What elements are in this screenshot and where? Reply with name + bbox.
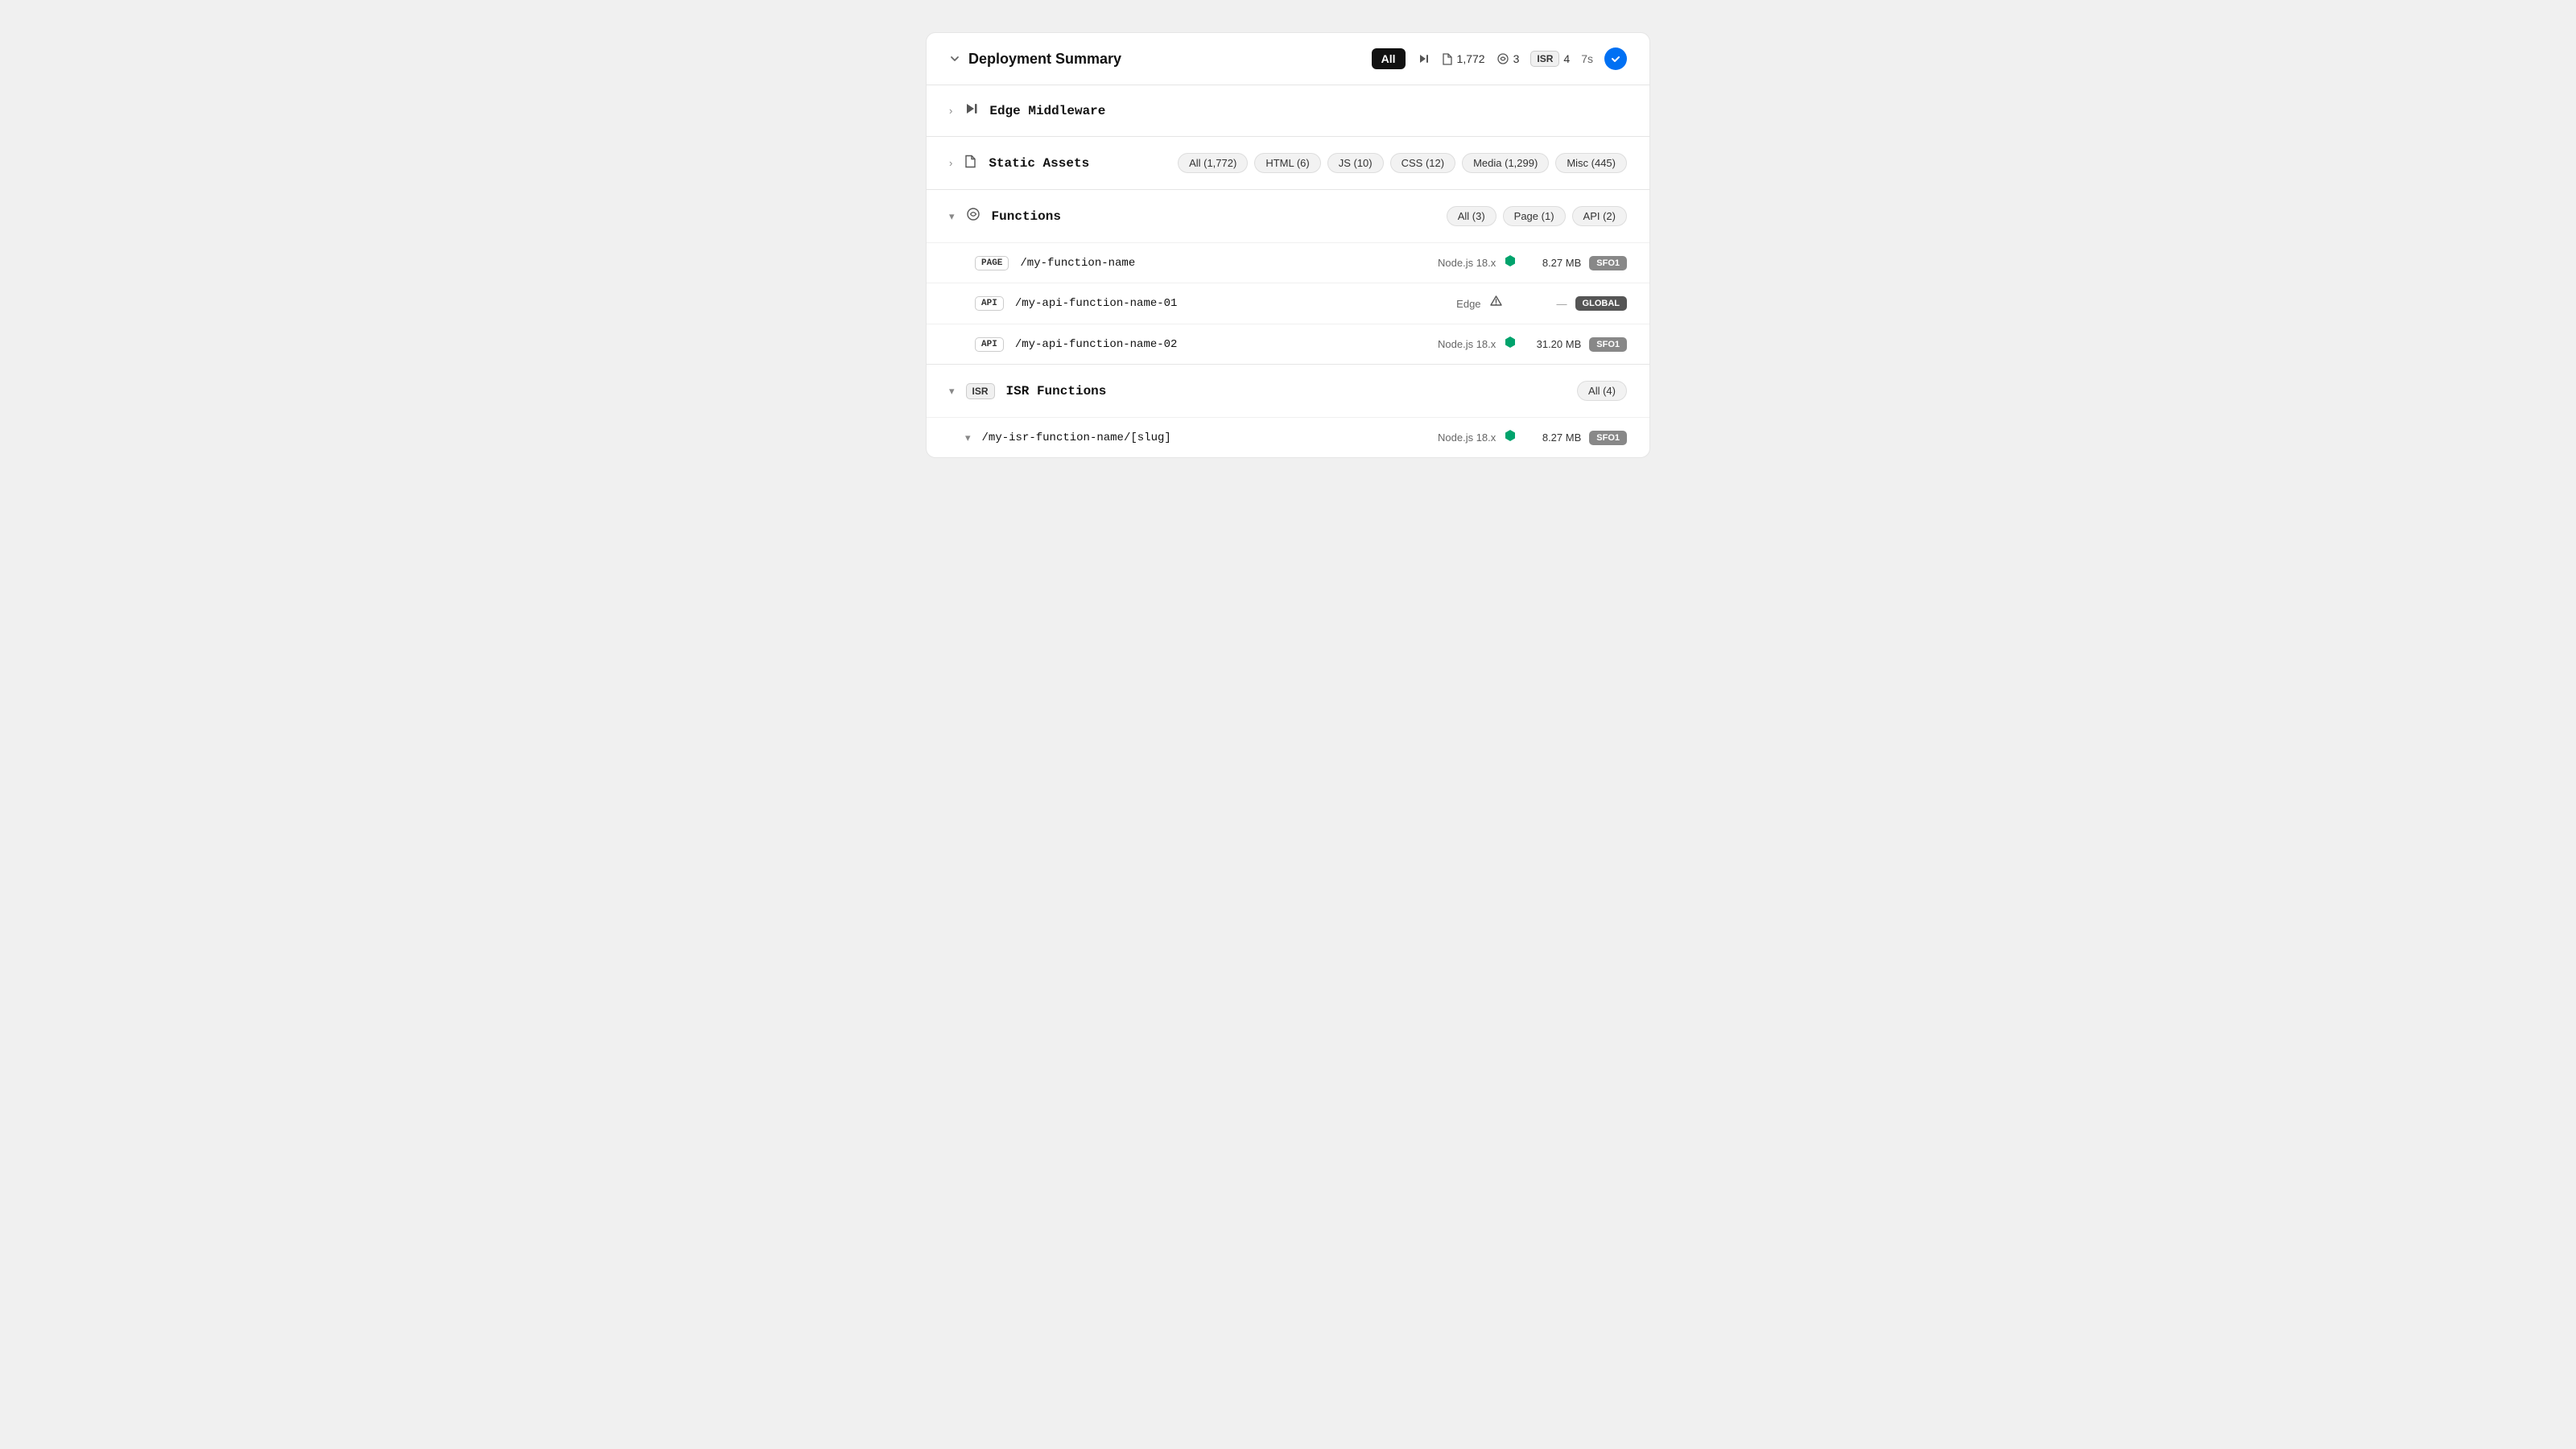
fn-region-1: SFO1 xyxy=(1589,256,1627,270)
filter-media-1299[interactable]: Media (1,299) xyxy=(1462,153,1549,173)
functions-section: ▾ Functions All (3) Page (1) API (2) PAG… xyxy=(927,190,1649,365)
edge-middleware-title: Edge Middleware xyxy=(989,104,1105,118)
isr-size-1: 8.27 MB xyxy=(1525,431,1581,444)
isr-filters: All (4) xyxy=(1577,381,1627,401)
fn-stats-2: Edge — GLOBAL xyxy=(1456,295,1627,312)
edge-middleware-row: › Edge Middleware xyxy=(927,85,1649,136)
isr-badge: ISR xyxy=(1530,51,1559,67)
fn-name-2: /my-api-function-name-01 xyxy=(1015,297,1445,310)
static-assets-row: › Static Assets All (1,772) HTML (6) JS … xyxy=(927,137,1649,189)
filter-isr-all[interactable]: All (4) xyxy=(1577,381,1627,401)
fn-hex-1 xyxy=(1504,254,1517,271)
functions-count: 3 xyxy=(1513,52,1520,65)
file-icon xyxy=(1441,53,1453,65)
filter-misc-445[interactable]: Misc (445) xyxy=(1555,153,1627,173)
edge-middleware-chevron[interactable]: › xyxy=(949,105,952,117)
functions-row: ▾ Functions All (3) Page (1) API (2) xyxy=(927,190,1649,242)
header-left: Deployment Summary xyxy=(949,51,1121,68)
static-assets-chevron[interactable]: › xyxy=(949,157,952,169)
functions-count-stat: 3 xyxy=(1496,52,1520,65)
page-title: Deployment Summary xyxy=(968,51,1121,68)
fn-type-api-2: API xyxy=(975,337,1004,352)
fn-size-1: 8.27 MB xyxy=(1525,257,1581,269)
functions-stat xyxy=(1417,52,1430,65)
functions-chevron[interactable]: ▾ xyxy=(949,210,955,223)
isr-count: 4 xyxy=(1563,52,1570,65)
play-pause-icon xyxy=(1417,52,1430,65)
fn-type-api-1: API xyxy=(975,296,1004,311)
fn-stats-1: Node.js 18.x 8.27 MB SFO1 xyxy=(1438,254,1627,271)
filter-all-1772[interactable]: All (1,772) xyxy=(1178,153,1248,173)
isr-functions-row: ▾ ISR ISR Functions All (4) xyxy=(927,365,1649,417)
static-count-stat: 1,772 xyxy=(1441,52,1485,65)
static-assets-icon xyxy=(964,155,977,172)
functions-title: Functions xyxy=(992,209,1061,224)
function-item-api-1: API /my-api-function-name-01 Edge — GLOB… xyxy=(927,283,1649,324)
filter-css-12[interactable]: CSS (12) xyxy=(1390,153,1455,173)
isr-fn-name-1: /my-isr-function-name/[slug] xyxy=(982,431,1426,444)
fn-name-1: /my-function-name xyxy=(1020,257,1426,270)
isr-runtime-1: Node.js 18.x xyxy=(1438,431,1496,444)
fn-hex-3 xyxy=(1504,336,1517,353)
filter-functions-api[interactable]: API (2) xyxy=(1572,206,1627,226)
edge-middleware-section: › Edge Middleware xyxy=(927,85,1649,137)
isr-section-badge: ISR xyxy=(966,383,995,399)
static-assets-filters: All (1,772) HTML (6) JS (10) CSS (12) Me… xyxy=(1178,153,1627,173)
filter-functions-page[interactable]: Page (1) xyxy=(1503,206,1566,226)
fn-region-2: GLOBAL xyxy=(1575,296,1627,311)
isr-functions-section: ▾ ISR ISR Functions All (4) ▾ /my-isr-fu… xyxy=(927,365,1649,457)
isr-item-chevron[interactable]: ▾ xyxy=(965,431,971,444)
isr-chevron[interactable]: ▾ xyxy=(949,385,955,398)
fn-runtime-2: Edge xyxy=(1456,298,1480,310)
function-item-api-2: API /my-api-function-name-02 Node.js 18.… xyxy=(927,324,1649,364)
summary-header: Deployment Summary All 1,772 xyxy=(927,33,1649,85)
isr-region-1: SFO1 xyxy=(1589,431,1627,445)
filter-html-6[interactable]: HTML (6) xyxy=(1254,153,1320,173)
isr-hex-1 xyxy=(1504,429,1517,446)
filter-functions-all[interactable]: All (3) xyxy=(1447,206,1496,226)
static-assets-section: › Static Assets All (1,772) HTML (6) JS … xyxy=(927,137,1649,190)
fn-type-page: PAGE xyxy=(975,256,1009,270)
isr-item-1: ▾ /my-isr-function-name/[slug] Node.js 1… xyxy=(927,417,1649,457)
functions-icon xyxy=(1496,52,1509,65)
collapse-chevron[interactable] xyxy=(949,53,960,64)
deployment-summary-card: Deployment Summary All 1,772 xyxy=(926,32,1650,458)
fn-size-2: — xyxy=(1511,298,1567,310)
filter-js-10[interactable]: JS (10) xyxy=(1327,153,1384,173)
isr-stat: ISR 4 xyxy=(1530,51,1570,67)
functions-filters: All (3) Page (1) API (2) xyxy=(1447,206,1627,226)
isr-stats-1: Node.js 18.x 8.27 MB SFO1 xyxy=(1438,429,1627,446)
deploy-timer: 7s xyxy=(1581,52,1593,65)
static-count: 1,772 xyxy=(1457,52,1485,65)
fn-runtime-3: Node.js 18.x xyxy=(1438,338,1496,350)
isr-title: ISR Functions xyxy=(1006,384,1107,398)
static-assets-title: Static Assets xyxy=(989,156,1089,171)
fn-size-3: 31.20 MB xyxy=(1525,338,1581,350)
function-item-page: PAGE /my-function-name Node.js 18.x 8.27… xyxy=(927,242,1649,283)
header-stats: All 1,772 3 xyxy=(1372,47,1627,70)
fn-runtime-1: Node.js 18.x xyxy=(1438,257,1496,269)
success-indicator xyxy=(1604,47,1627,70)
all-filter-button[interactable]: All xyxy=(1372,48,1406,69)
fn-region-3: SFO1 xyxy=(1589,337,1627,352)
edge-middleware-icon xyxy=(964,101,978,120)
fn-stats-3: Node.js 18.x 31.20 MB SFO1 xyxy=(1438,336,1627,353)
fn-edge-icon xyxy=(1489,295,1503,312)
functions-icon xyxy=(966,207,980,225)
fn-name-3: /my-api-function-name-02 xyxy=(1015,338,1426,351)
